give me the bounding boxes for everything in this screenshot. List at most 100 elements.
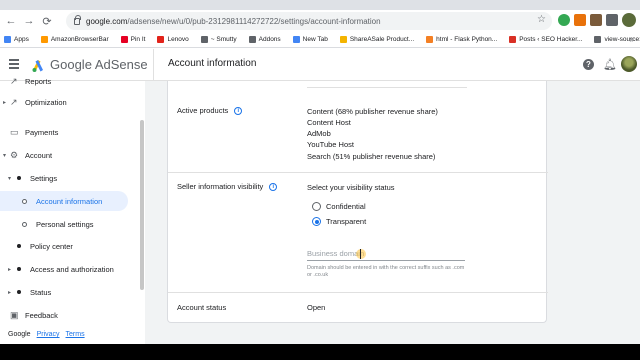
bookmark-label: ShareASale Product...	[349, 36, 415, 43]
forward-icon[interactable]: →	[22, 14, 36, 28]
bookmark-favicon-icon	[292, 36, 300, 43]
browser-tab-strip	[0, 0, 640, 10]
sidebar-item-policy-center[interactable]: Policy center	[0, 237, 140, 255]
extension-icon[interactable]	[574, 14, 586, 26]
confidential-radio[interactable]	[312, 202, 321, 211]
bookmark-item[interactable]: html - Flask Python...	[426, 36, 497, 43]
section-divider	[168, 172, 548, 173]
product-item: Content (68% publisher revenue share)	[307, 107, 438, 116]
bullet-icon	[17, 267, 21, 271]
sidebar-item-optimization[interactable]: ▸ ↗ Optimization	[0, 93, 140, 111]
bottom-letterbox	[0, 344, 640, 360]
bookmark-label: Apps	[14, 36, 29, 43]
bookmark-favicon-icon	[120, 36, 128, 43]
product-item: AdMob	[307, 129, 331, 138]
main-content: Active products i Content (68% publisher…	[145, 81, 640, 344]
bookmark-star-icon[interactable]: ☆	[537, 14, 546, 25]
expand-arrow-icon[interactable]: ▸	[8, 289, 11, 296]
address-bar[interactable]: google.com/adsense/new/u/0/pub-231298111…	[66, 12, 552, 30]
extension-icon[interactable]	[558, 14, 570, 26]
bookmark-item[interactable]: Pin It	[120, 36, 146, 43]
info-icon[interactable]: i	[269, 182, 278, 191]
help-icon[interactable]: ?	[583, 59, 594, 70]
sidebar-item-status[interactable]: ▸ Status	[0, 283, 140, 301]
gear-icon: ⚙	[10, 149, 19, 160]
transparent-radio-label[interactable]: Transparent	[326, 217, 366, 226]
user-avatar[interactable]	[621, 56, 637, 72]
apps-grid-icon	[4, 36, 11, 43]
bullet-ring-icon	[22, 198, 27, 204]
extension-icon[interactable]	[590, 14, 602, 26]
bookmark-item[interactable]: AmazonBrowserBar	[40, 36, 109, 43]
footer-brand: Google	[8, 331, 31, 338]
sidebar-item-feedback[interactable]: ▣ Feedback	[0, 306, 140, 324]
domain-hint: Domain should be entered in with the cor…	[307, 265, 465, 278]
bookmark-favicon-icon	[509, 36, 517, 43]
bookmark-item[interactable]: ShareASale Product...	[339, 36, 415, 43]
bookmark-item[interactable]: Lenovo	[157, 36, 189, 43]
section-divider	[307, 87, 467, 88]
collapse-arrow-icon[interactable]: ▾	[3, 152, 6, 159]
bookmark-label: Posts ‹ SEO Hacker...	[519, 36, 583, 43]
bookmark-favicon-icon	[594, 36, 602, 43]
bookmark-label: html - Flask Python...	[436, 36, 498, 43]
back-icon[interactable]: ←	[4, 14, 18, 28]
transparent-radio[interactable]	[312, 217, 321, 226]
account-status-label: Account status	[177, 303, 227, 312]
extensions-puzzle-icon[interactable]	[606, 14, 618, 26]
lock-icon	[74, 14, 81, 25]
bookmark-item[interactable]: Posts ‹ SEO Hacker...	[509, 36, 582, 43]
bookmark-item[interactable]: Addons	[248, 36, 281, 43]
seller-visibility-label: Seller information visibility i	[177, 182, 278, 191]
bookmark-item[interactable]: New Tab	[292, 36, 328, 43]
info-icon[interactable]: i	[234, 106, 243, 115]
bookmark-favicon-icon	[248, 36, 256, 43]
payments-icon: ▭	[10, 126, 19, 137]
sidebar-item-settings[interactable]: ▾ Settings	[0, 169, 140, 187]
browser-profile-avatar[interactable]	[622, 13, 636, 27]
sidebar-item-account[interactable]: ▾ ⚙ Account	[0, 146, 140, 164]
product-item: YouTube Host	[307, 140, 354, 149]
notifications-bell-icon[interactable]: 🔔︎	[603, 58, 617, 71]
bookmark-favicon-icon	[157, 36, 165, 43]
sidebar-footer: Google Privacy Terms	[8, 331, 85, 338]
account-info-card: Active products i Content (68% publisher…	[167, 81, 548, 323]
more-bookmarks-icon[interactable]: »	[630, 35, 634, 44]
bullet-icon	[17, 290, 21, 294]
section-divider	[168, 292, 548, 293]
bookmark-item[interactable]: ~ Smutty	[200, 36, 237, 43]
sidebar-nav: ↗ Reports ▸ ↗ Optimization ▭ Payments ▾ …	[0, 76, 145, 344]
url-text: google.com/adsense/new/u/0/pub-231298111…	[86, 16, 381, 26]
menu-icon[interactable]	[9, 59, 19, 69]
bookmark-apps[interactable]: Apps	[4, 36, 29, 43]
bullet-icon	[17, 176, 21, 180]
account-status-value: Open	[307, 303, 326, 312]
sidebar-item-personal-settings[interactable]: Personal settings	[0, 215, 140, 233]
bookmark-label: Pin It	[130, 36, 146, 43]
collapse-arrow-icon[interactable]: ▾	[8, 175, 11, 182]
reload-icon[interactable]: ⟳	[40, 14, 54, 28]
confidential-radio-label[interactable]: Confidential	[326, 202, 366, 211]
sidebar-item-payments[interactable]: ▭ Payments	[0, 123, 140, 141]
expand-arrow-icon[interactable]: ▸	[3, 99, 6, 106]
bookmark-label: New Tab	[302, 36, 328, 43]
visibility-prompt: Select your visibility status	[307, 183, 395, 192]
bookmark-favicon-icon	[40, 36, 48, 43]
privacy-link[interactable]: Privacy	[37, 331, 60, 338]
bookmark-label: Lenovo	[167, 36, 189, 43]
sidebar-item-account-information[interactable]: Account information	[0, 191, 128, 211]
sidebar-item-access-and-authorization[interactable]: ▸ Access and authorization	[0, 260, 140, 278]
app-brand: Google AdSense	[50, 57, 148, 72]
bookmark-favicon-icon	[426, 36, 434, 43]
mouse-cursor-highlight	[356, 249, 366, 259]
terms-link[interactable]: Terms	[66, 331, 85, 338]
business-domain-input[interactable]	[307, 247, 465, 261]
active-products-label: Active products i	[177, 106, 243, 115]
product-item: Search (51% publisher revenue share)	[307, 152, 436, 161]
sidebar-item-reports[interactable]: ↗ Reports	[0, 72, 140, 90]
expand-arrow-icon[interactable]: ▸	[8, 266, 11, 273]
sidebar-scrollbar[interactable]	[140, 120, 144, 290]
bullet-icon	[17, 244, 21, 248]
bookmark-label: ~ Smutty	[210, 36, 237, 43]
feedback-icon: ▣	[10, 309, 19, 320]
